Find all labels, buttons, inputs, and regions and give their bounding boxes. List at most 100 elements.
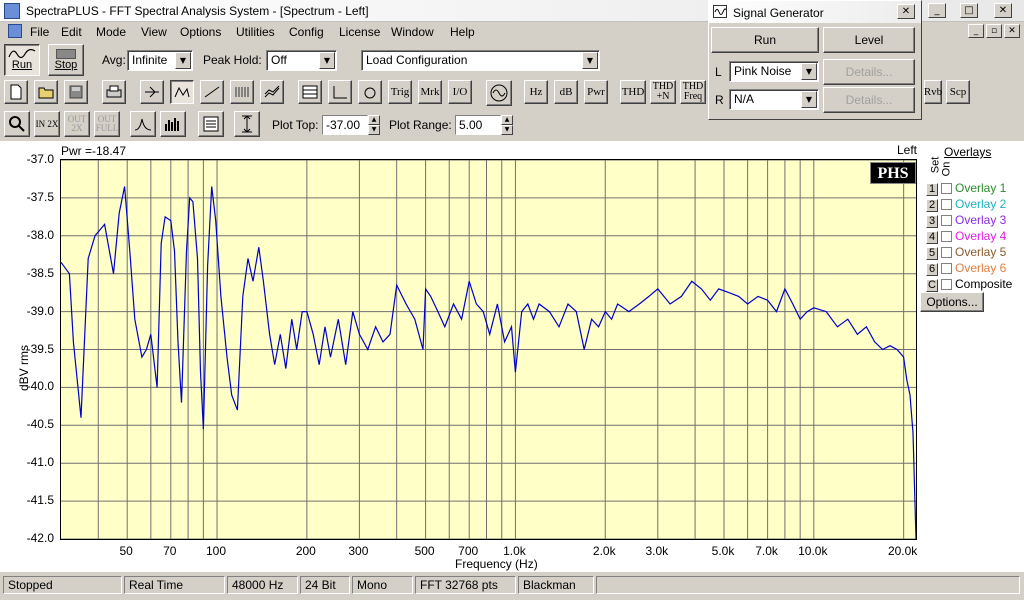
menu-config[interactable]: Config xyxy=(289,25,324,39)
overlay-row[interactable]: C Composite xyxy=(926,277,1012,292)
spin-up-icon[interactable]: ▲ xyxy=(501,115,513,125)
chevron-down-icon[interactable]: ▼ xyxy=(582,52,598,69)
chevron-down-icon[interactable]: ▼ xyxy=(175,52,191,69)
chevron-down-icon[interactable]: ▼ xyxy=(319,52,335,69)
menu-view[interactable]: View xyxy=(141,25,167,39)
scope-button[interactable]: Scp xyxy=(946,80,970,104)
db-button[interactable]: dB xyxy=(554,80,578,104)
overlay-checkbox[interactable] xyxy=(941,199,952,211)
spin-down-icon[interactable]: ▼ xyxy=(368,125,380,135)
overlay-set-button[interactable]: C xyxy=(926,279,938,292)
phase-icon[interactable] xyxy=(200,80,224,104)
mdi-child-icon[interactable] xyxy=(8,24,22,38)
overlay-set-button[interactable]: 4 xyxy=(926,231,938,244)
overlay-checkbox[interactable] xyxy=(941,183,952,195)
right-details-button[interactable]: Details... xyxy=(823,87,915,113)
polar-icon[interactable] xyxy=(358,80,382,104)
plot-area[interactable] xyxy=(60,159,917,540)
phs-logo: PHS xyxy=(870,162,916,184)
save-icon[interactable] xyxy=(64,80,88,104)
signal-generator-icon[interactable] xyxy=(486,80,512,106)
overlay-checkbox[interactable] xyxy=(941,247,952,259)
trig-button[interactable]: Trig xyxy=(388,80,412,104)
stop-button[interactable]: Stop xyxy=(48,44,84,76)
io-button[interactable]: I/O xyxy=(448,80,472,104)
waterfall-icon[interactable] xyxy=(260,80,284,104)
chevron-down-icon[interactable]: ▼ xyxy=(801,63,817,80)
table-icon[interactable] xyxy=(298,80,322,104)
overlay-options-button[interactable]: Options... xyxy=(920,292,984,312)
zoom-icon[interactable] xyxy=(4,111,30,137)
overlay-checkbox[interactable] xyxy=(941,231,952,243)
spin-up-icon[interactable]: ▲ xyxy=(368,115,380,125)
overlay-checkbox[interactable] xyxy=(941,215,952,227)
load-configuration-value: Load Configuration xyxy=(366,53,468,67)
pwr-button[interactable]: Pwr xyxy=(584,80,608,104)
avg-select[interactable]: Infinite ▼ xyxy=(127,50,193,71)
scale-icon[interactable] xyxy=(234,111,260,137)
axis-icon[interactable] xyxy=(328,80,352,104)
minimize-button[interactable]: _ xyxy=(928,3,946,18)
overlay-set-button[interactable]: 5 xyxy=(926,247,938,260)
overlay-checkbox[interactable] xyxy=(941,263,952,275)
left-signal-select[interactable]: Pink Noise ▼ xyxy=(729,61,819,82)
left-details-button[interactable]: Details... xyxy=(823,59,915,85)
maximize-button[interactable]: □ xyxy=(960,3,978,18)
octave-bars-icon[interactable] xyxy=(160,111,186,137)
overlay-row[interactable]: 4 Overlay 4 xyxy=(926,229,1006,244)
plot-range-stepper[interactable]: ▲ ▼ xyxy=(501,115,513,135)
peak-hold-select[interactable]: Off ▼ xyxy=(266,50,337,71)
plot-top-input[interactable]: -37.00 xyxy=(322,115,368,135)
overlay-row[interactable]: 5 Overlay 5 xyxy=(926,245,1006,260)
list-icon[interactable] xyxy=(198,111,224,137)
new-icon[interactable] xyxy=(4,80,28,104)
menu-utilities[interactable]: Utilities xyxy=(236,25,275,39)
spectrum-icon[interactable] xyxy=(170,80,194,104)
chevron-down-icon[interactable]: ▼ xyxy=(801,91,817,108)
menu-mode[interactable]: Mode xyxy=(96,25,126,39)
thd-freq-button[interactable]: THD Freq xyxy=(680,80,706,104)
menu-options[interactable]: Options xyxy=(180,25,221,39)
open-icon[interactable] xyxy=(34,80,58,104)
menu-license[interactable]: License xyxy=(339,25,380,39)
mixer-icon[interactable] xyxy=(140,80,164,104)
hz-button[interactable]: Hz xyxy=(524,80,548,104)
run-button[interactable]: Run xyxy=(4,44,40,76)
plot-top-stepper[interactable]: ▲ ▼ xyxy=(368,115,380,135)
close-button[interactable]: ✕ xyxy=(994,3,1012,18)
overlay-set-button[interactable]: 6 xyxy=(926,263,938,276)
marker-button[interactable]: Mrk xyxy=(418,80,442,104)
overlay-row[interactable]: 3 Overlay 3 xyxy=(926,213,1006,228)
overlay-row[interactable]: 6 Overlay 6 xyxy=(926,261,1006,276)
spin-down-icon[interactable]: ▼ xyxy=(501,125,513,135)
mdi-minimize-button[interactable]: _ xyxy=(968,24,984,38)
thd-n-button[interactable]: THD +N xyxy=(650,80,676,104)
mdi-restore-button[interactable]: ▫ xyxy=(986,24,1002,38)
siggen-run-button[interactable]: Run xyxy=(711,27,819,53)
menu-window[interactable]: Window xyxy=(391,25,434,39)
overlay-checkbox[interactable] xyxy=(941,279,952,291)
reverb-button[interactable]: Rvb xyxy=(924,80,942,104)
overlay-row[interactable]: 2 Overlay 2 xyxy=(926,197,1006,212)
menu-edit[interactable]: Edit xyxy=(61,25,82,39)
peak-icon[interactable] xyxy=(130,111,156,137)
overlay-row[interactable]: 1 Overlay 1 xyxy=(926,181,1006,196)
print-icon[interactable] xyxy=(102,80,126,104)
zoom-out-button[interactable]: OUT 2X xyxy=(64,111,90,137)
plot-range-input[interactable]: 5.00 xyxy=(455,115,501,135)
zoom-full-button[interactable]: OUT FULL xyxy=(94,111,120,137)
menu-help[interactable]: Help xyxy=(450,25,475,39)
mdi-close-button[interactable]: ✕ xyxy=(1004,24,1020,38)
spectrogram-icon[interactable] xyxy=(230,80,254,104)
siggen-close-button[interactable]: ✕ xyxy=(897,4,915,19)
menu-file[interactable]: File xyxy=(30,25,49,39)
load-configuration-select[interactable]: Load Configuration ▼ xyxy=(361,50,600,71)
right-signal-select[interactable]: N/A ▼ xyxy=(729,89,819,110)
overlay-set-button[interactable]: 1 xyxy=(926,183,938,196)
thd-button[interactable]: THD xyxy=(620,80,646,104)
overlay-label: Overlay 2 xyxy=(955,197,1007,211)
zoom-in-button[interactable]: IN 2X xyxy=(34,111,60,137)
siggen-level-button[interactable]: Level xyxy=(823,27,915,53)
overlay-set-button[interactable]: 3 xyxy=(926,215,938,228)
overlay-set-button[interactable]: 2 xyxy=(926,199,938,212)
